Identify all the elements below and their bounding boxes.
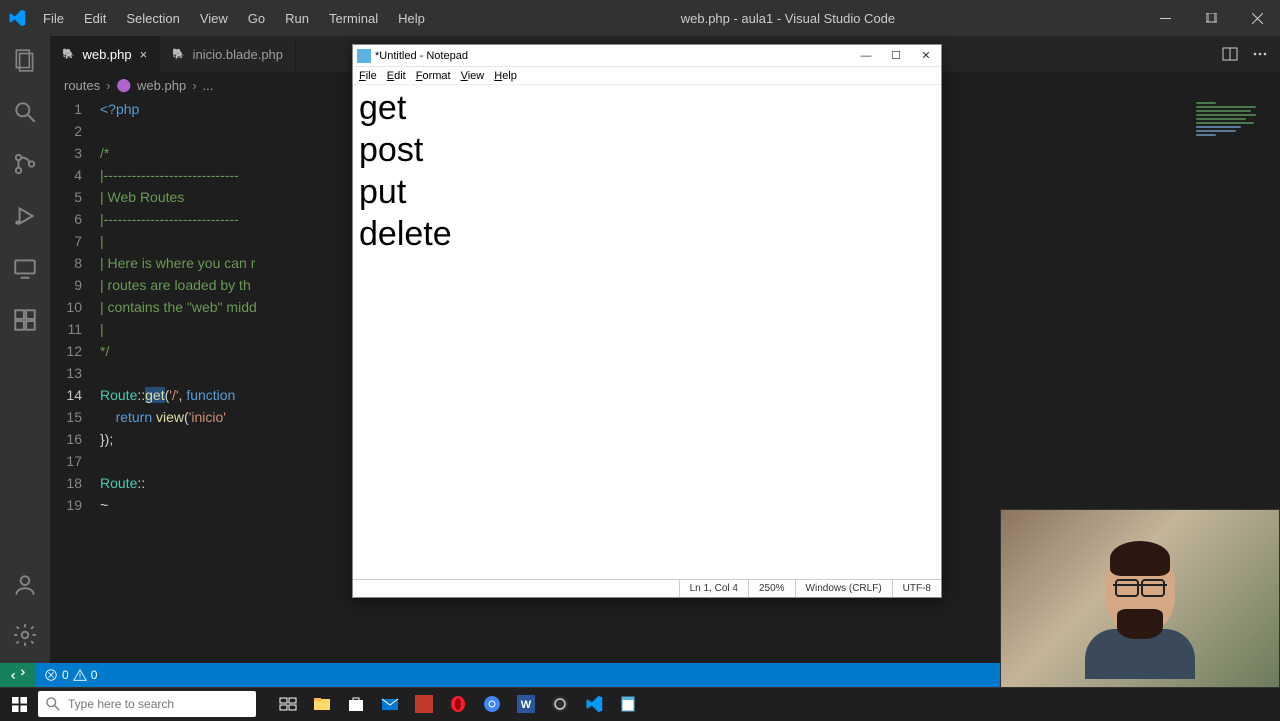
windows-taskbar: Type here to search W	[0, 687, 1280, 720]
menu-go[interactable]: Go	[239, 0, 274, 36]
vscode-logo-icon	[0, 9, 34, 27]
menu-edit[interactable]: Edit	[75, 0, 115, 36]
notepad-menu-help[interactable]: Help	[494, 70, 517, 82]
notepad-menu-view[interactable]: View	[461, 70, 485, 82]
remote-icon[interactable]	[11, 254, 39, 282]
tab-inicio-blade-php[interactable]: 🐘inicio.blade.php	[160, 36, 296, 72]
php-icon: 🐘	[172, 49, 184, 60]
notepad-minimize-button[interactable]: —	[851, 50, 881, 62]
notepad-zoom: 250%	[748, 580, 795, 597]
svg-text:W: W	[521, 699, 532, 711]
task-view-icon[interactable]	[272, 688, 304, 721]
maximize-button[interactable]	[1188, 0, 1234, 36]
notepad-titlebar[interactable]: *Untitled - Notepad — ☐ ✕	[353, 45, 941, 67]
chrome-icon[interactable]	[476, 688, 508, 721]
breadcrumb-file[interactable]: web.php	[137, 78, 186, 93]
mail-icon[interactable]	[374, 688, 406, 721]
word-icon[interactable]: W	[510, 688, 542, 721]
menu-view[interactable]: View	[191, 0, 237, 36]
app-icon[interactable]	[408, 688, 440, 721]
notepad-encoding: UTF-8	[892, 580, 941, 597]
notepad-close-button[interactable]: ✕	[911, 49, 941, 62]
notepad-line: put	[359, 171, 935, 213]
source-control-icon[interactable]	[11, 150, 39, 178]
notepad-taskbar-icon[interactable]	[612, 688, 644, 721]
notepad-maximize-button[interactable]: ☐	[881, 49, 911, 62]
explorer-icon[interactable]	[11, 46, 39, 74]
notepad-line: delete	[359, 213, 935, 255]
php-icon: ⬤	[116, 77, 131, 93]
notepad-textarea[interactable]: getpostputdelete	[353, 85, 941, 579]
more-actions-icon[interactable]	[1252, 46, 1268, 62]
menu-terminal[interactable]: Terminal	[320, 0, 387, 36]
minimize-button[interactable]	[1142, 0, 1188, 36]
problems-indicator[interactable]: 0 0	[36, 668, 105, 682]
window-title: web.php - aula1 - Visual Studio Code	[434, 11, 1142, 26]
chevron-right-icon: ›	[192, 78, 196, 93]
split-editor-icon[interactable]	[1222, 46, 1238, 62]
notepad-line: post	[359, 129, 935, 171]
menu-selection[interactable]: Selection	[117, 0, 188, 36]
notepad-menu: File Edit Format View Help	[353, 67, 941, 85]
vscode-taskbar-icon[interactable]	[578, 688, 610, 721]
search-icon[interactable]	[11, 98, 39, 126]
account-icon[interactable]	[11, 571, 39, 599]
close-button[interactable]	[1234, 0, 1280, 36]
menu-help[interactable]: Help	[389, 0, 434, 36]
notepad-menu-edit[interactable]: Edit	[387, 70, 406, 82]
menu-file[interactable]: File	[34, 0, 73, 36]
notepad-cursor-pos: Ln 1, Col 4	[679, 580, 748, 597]
extensions-icon[interactable]	[11, 306, 39, 334]
chevron-right-icon: ›	[106, 78, 110, 93]
notepad-line: get	[359, 87, 935, 129]
start-button[interactable]	[0, 688, 38, 721]
close-tab-icon[interactable]: ×	[140, 47, 148, 62]
notepad-statusbar: Ln 1, Col 4 250% Windows (CRLF) UTF-8	[353, 579, 941, 597]
obs-icon[interactable]	[544, 688, 576, 721]
menu-bar: FileEditSelectionViewGoRunTerminalHelp	[34, 0, 434, 36]
file-explorer-icon[interactable]	[306, 688, 338, 721]
settings-gear-icon[interactable]	[11, 621, 39, 649]
notepad-title: *Untitled - Notepad	[375, 50, 851, 62]
store-icon[interactable]	[340, 688, 372, 721]
breadcrumb-trail[interactable]: ...	[203, 78, 214, 93]
tab-web-php[interactable]: 🐘web.php×	[50, 36, 160, 72]
opera-icon[interactable]	[442, 688, 474, 721]
notepad-eol: Windows (CRLF)	[795, 580, 892, 597]
notepad-menu-format[interactable]: Format	[416, 70, 451, 82]
vscode-titlebar: FileEditSelectionViewGoRunTerminalHelp w…	[0, 0, 1280, 36]
minimap[interactable]	[1196, 102, 1276, 162]
breadcrumb-folder[interactable]: routes	[64, 78, 100, 93]
activity-bar	[0, 36, 50, 663]
webcam-overlay	[1000, 509, 1280, 693]
menu-run[interactable]: Run	[276, 0, 318, 36]
taskbar-search[interactable]: Type here to search	[38, 691, 256, 717]
notepad-icon	[357, 49, 371, 63]
search-placeholder: Type here to search	[68, 697, 174, 711]
notepad-window: *Untitled - Notepad — ☐ ✕ File Edit Format…	[352, 44, 942, 598]
debug-icon[interactable]	[11, 202, 39, 230]
php-icon: 🐘	[62, 49, 74, 60]
notepad-menu-file[interactable]: File	[359, 70, 377, 82]
remote-indicator[interactable]	[0, 663, 36, 687]
